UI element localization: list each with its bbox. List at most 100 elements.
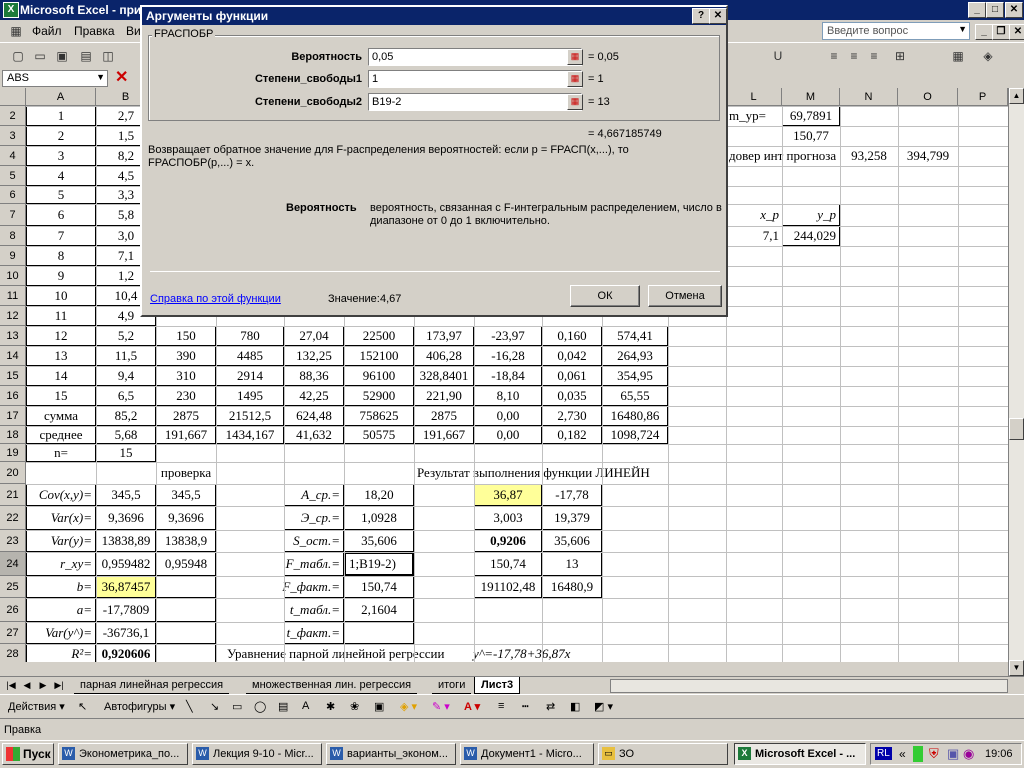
table-cell[interactable]: 0,00 xyxy=(474,426,542,444)
doc-minimize-button[interactable]: _ xyxy=(975,24,993,40)
align-center-icon[interactable]: ≡ xyxy=(846,48,862,64)
cell-m8[interactable]: 244,029 xyxy=(782,226,840,246)
cell-a[interactable]: 2 xyxy=(26,126,96,146)
table-cell[interactable]: 230 xyxy=(156,386,216,406)
new-icon[interactable]: ▢ xyxy=(10,48,26,64)
arrow-style-icon[interactable]: ⇄ xyxy=(546,700,555,713)
shadow-icon[interactable]: ◧ xyxy=(570,700,580,713)
table-cell[interactable]: 0,160 xyxy=(542,326,602,346)
cell-a[interactable]: 3 xyxy=(26,146,96,166)
row-header[interactable]: 16 xyxy=(0,386,26,406)
table-cell[interactable]: 406,28 xyxy=(414,346,474,366)
linest-cell[interactable]: 13 xyxy=(542,552,602,576)
cell-b[interactable]: 15 xyxy=(96,444,156,462)
arg-probability-input[interactable] xyxy=(368,48,582,66)
collapse-dialog-icon[interactable]: ▦ xyxy=(567,49,583,65)
table-cell[interactable]: 0,061 xyxy=(542,366,602,386)
cell-b[interactable]: 6,5 xyxy=(96,386,156,406)
col-header-n[interactable]: N xyxy=(840,88,898,106)
mid-label[interactable]: S_ост.= xyxy=(284,530,344,552)
sheet-tab-list3[interactable]: Лист3 xyxy=(474,677,521,694)
help-search-input[interactable]: Введите вопрос ▼ xyxy=(822,22,970,40)
arg-df2-input[interactable] xyxy=(368,93,582,111)
table-cell[interactable]: 42,25 xyxy=(284,386,344,406)
table-cell[interactable]: 221,90 xyxy=(414,386,474,406)
stat-label[interactable]: Var(y^)= xyxy=(26,622,96,644)
stat-value[interactable]: 0,959482 xyxy=(96,552,156,576)
row-header[interactable]: 10 xyxy=(0,266,26,286)
oval-icon[interactable]: ◯ xyxy=(254,700,266,713)
table-cell[interactable]: 2914 xyxy=(216,366,284,386)
task-lecture[interactable]: W Лекция 9-10 - Micr... xyxy=(192,743,322,765)
stat-label[interactable]: a= xyxy=(26,598,96,622)
equation[interactable]: y^=-17,78+36,87x xyxy=(470,644,630,662)
row-header[interactable]: 20 xyxy=(0,462,26,484)
autoshapes-menu[interactable]: Автофигуры ▾ xyxy=(104,700,175,713)
stat-label[interactable]: Var(y)= xyxy=(26,530,96,552)
align-left-icon[interactable]: ≡ xyxy=(826,48,842,64)
row-header[interactable]: 18 xyxy=(0,426,26,444)
wordart-icon[interactable]: A xyxy=(302,700,309,712)
table-cell[interactable]: 22500 xyxy=(344,326,414,346)
mid-label[interactable]: Э_ср.= xyxy=(284,506,344,530)
row-header[interactable]: 23 xyxy=(0,530,26,552)
table-cell[interactable]: 758625 xyxy=(344,406,414,426)
cell-a[interactable]: 1 xyxy=(26,106,96,126)
linest-cell[interactable]: 3,003 xyxy=(474,506,542,530)
mid-label[interactable]: A_ср.= xyxy=(284,484,344,506)
monitor-icon[interactable]: ▣ xyxy=(947,746,959,762)
cell-n4[interactable]: 93,258 xyxy=(840,146,898,166)
table-cell[interactable]: 574,41 xyxy=(602,326,668,346)
mid-label[interactable]: t_факт.= xyxy=(284,622,344,644)
cell-a[interactable]: 9 xyxy=(26,266,96,286)
table-cell[interactable]: 191,667 xyxy=(414,426,474,444)
row-header[interactable]: 15 xyxy=(0,366,26,386)
cell-a[interactable]: 10 xyxy=(26,286,96,306)
table-cell[interactable]: 52900 xyxy=(344,386,414,406)
table-cell[interactable]: 0,035 xyxy=(542,386,602,406)
line-color-icon[interactable]: ✎ ▾ xyxy=(432,700,450,713)
cell-l2[interactable]: m_yp= xyxy=(726,106,782,126)
check-value[interactable]: 9,3696 xyxy=(156,506,216,530)
cell-b[interactable]: 9,4 xyxy=(96,366,156,386)
check-value[interactable] xyxy=(156,576,216,598)
line-icon[interactable]: ╲ xyxy=(186,700,193,713)
cell-a[interactable]: 5 xyxy=(26,186,96,204)
table-cell[interactable]: 0,042 xyxy=(542,346,602,366)
menu-view[interactable]: Ви xyxy=(126,24,141,38)
task-variants[interactable]: Wварианты_эконом... xyxy=(326,743,456,765)
next-sheet-icon[interactable]: ▶ xyxy=(36,678,50,692)
arg-df1-input[interactable] xyxy=(368,70,582,88)
check-value[interactable]: 345,5 xyxy=(156,484,216,506)
table-cell[interactable]: 0,00 xyxy=(474,406,542,426)
check-value[interactable]: 13838,9 xyxy=(156,530,216,552)
chevron-down-icon[interactable]: ▼ xyxy=(958,24,967,34)
table-cell[interactable]: 8,10 xyxy=(474,386,542,406)
cell-l7[interactable]: x_p xyxy=(726,204,782,226)
row-header[interactable]: 14 xyxy=(0,346,26,366)
table-cell[interactable]: 624,48 xyxy=(284,406,344,426)
battery-icon[interactable] xyxy=(913,746,923,762)
row-header[interactable]: 11 xyxy=(0,286,26,306)
table-cell[interactable]: -16,28 xyxy=(474,346,542,366)
table-cell[interactable]: 310 xyxy=(156,366,216,386)
collapse-dialog-icon[interactable]: ▦ xyxy=(567,71,583,87)
cell-a[interactable]: n= xyxy=(26,444,96,462)
col-header-a[interactable]: A xyxy=(26,88,96,106)
chevron-left-icon[interactable]: « xyxy=(899,747,906,761)
underline-icon[interactable]: U xyxy=(770,48,786,64)
row-header[interactable]: 25 xyxy=(0,576,26,598)
align-right-icon[interactable]: ≡ xyxy=(866,48,882,64)
linest-cell[interactable]: 16480,9 xyxy=(542,576,602,598)
check-value[interactable] xyxy=(156,622,216,644)
cell-m7[interactable]: y_p xyxy=(782,204,840,226)
cell-a[interactable]: 15 xyxy=(26,386,96,406)
stat-label[interactable]: Cov(x,y)= xyxy=(26,484,96,506)
select-objects-icon[interactable]: ↖ xyxy=(78,700,87,713)
check-value[interactable] xyxy=(156,644,216,662)
col-header-l[interactable]: L xyxy=(726,88,782,106)
cell-a[interactable]: среднее xyxy=(26,426,96,444)
row-header[interactable]: 12 xyxy=(0,306,26,326)
merge-icon[interactable]: ⊞ xyxy=(892,48,908,64)
table-cell[interactable]: 2875 xyxy=(156,406,216,426)
